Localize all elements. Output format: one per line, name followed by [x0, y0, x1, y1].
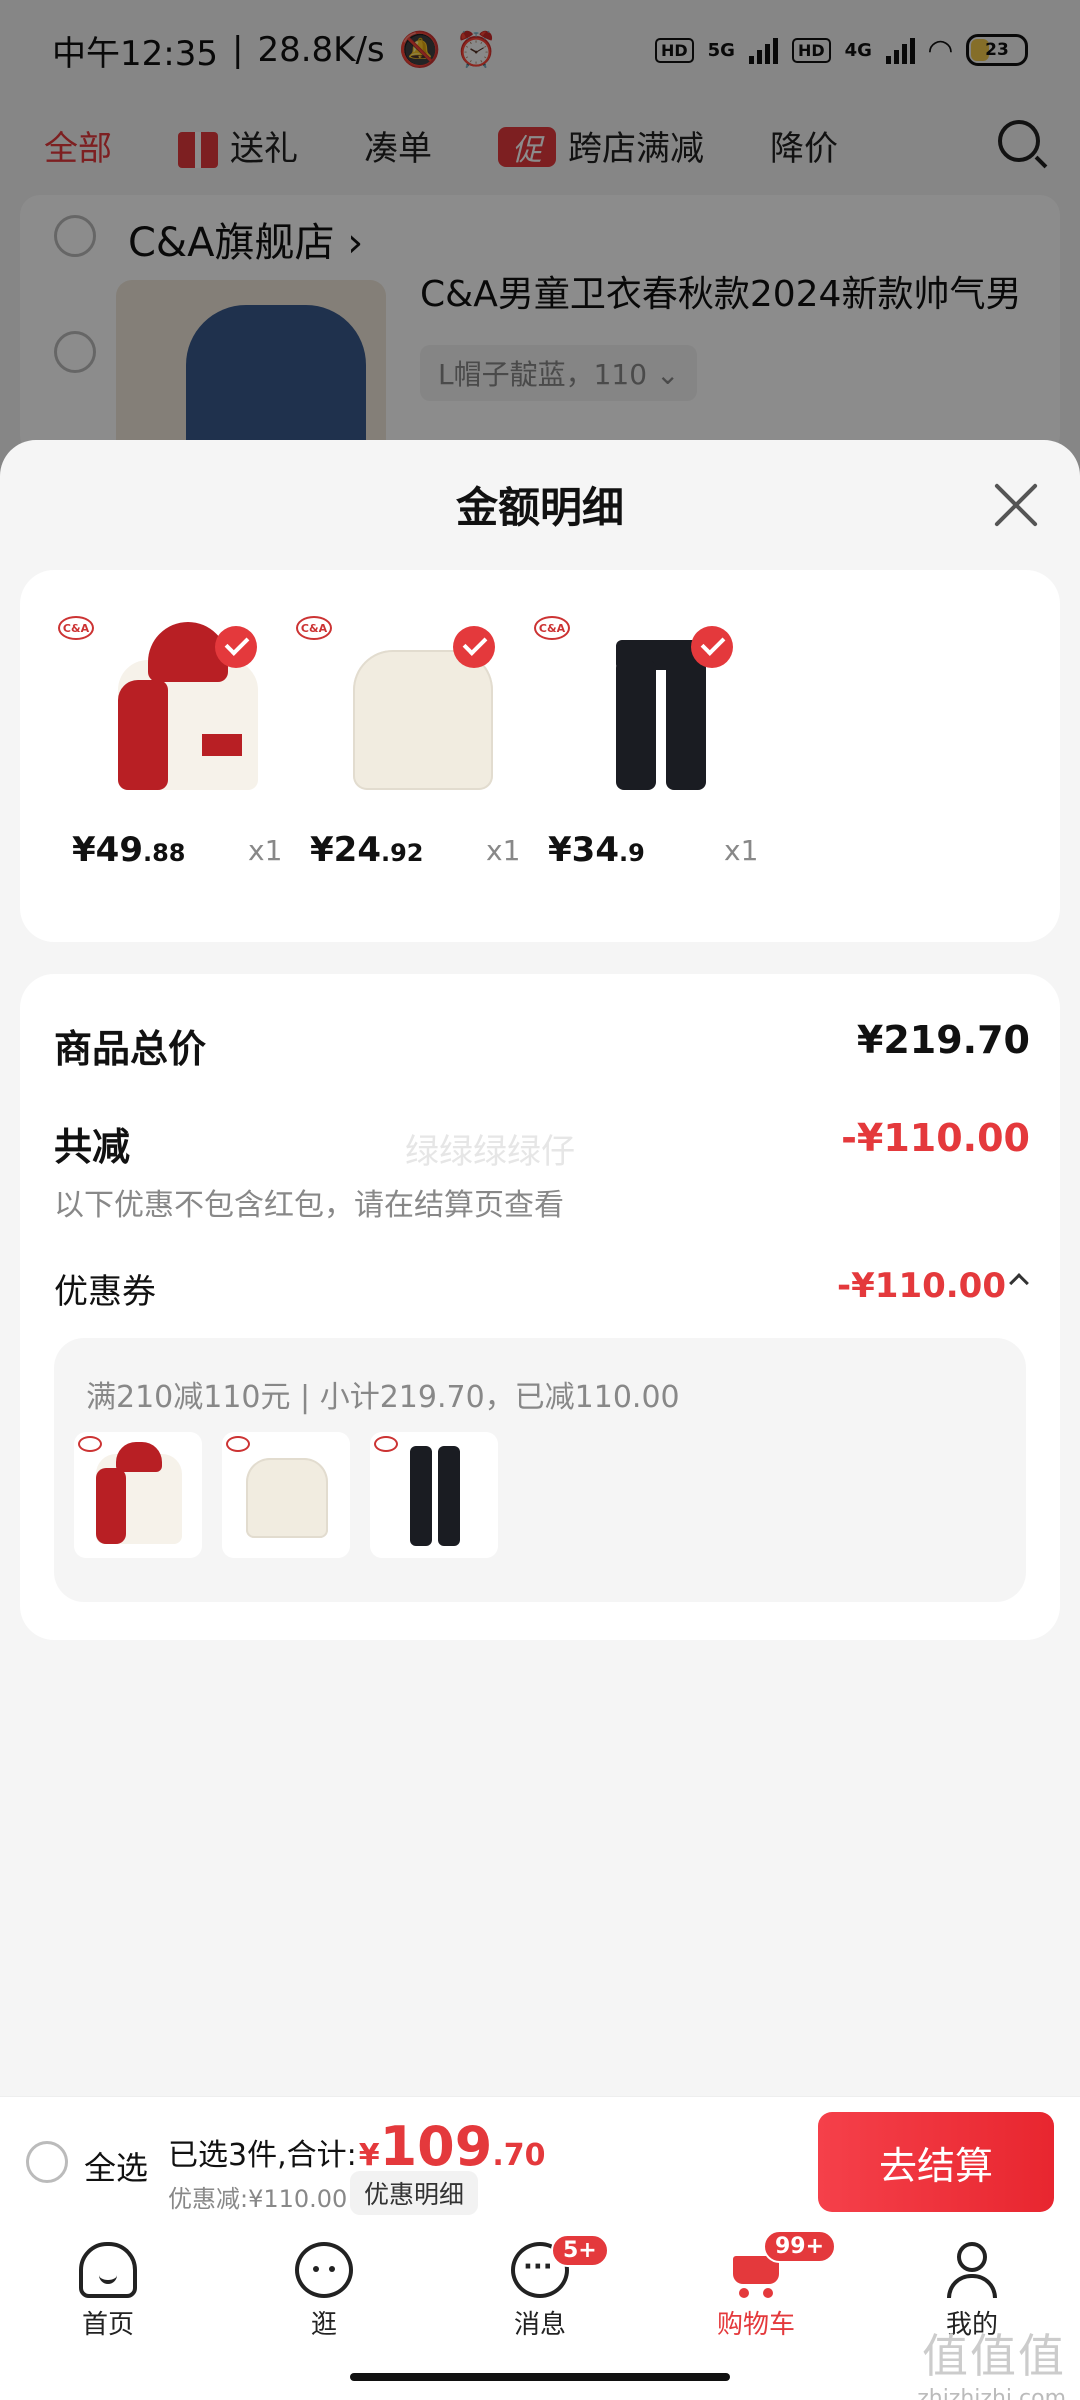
reduction-value: -¥110.00: [841, 1116, 1030, 1160]
checked-icon[interactable]: [215, 626, 257, 668]
checked-icon[interactable]: [691, 626, 733, 668]
discount-summary: 优惠减:¥110.00: [168, 2185, 348, 2213]
brand-logo-icon: [226, 1436, 250, 1452]
coupon-label: 优惠券: [54, 1272, 156, 1312]
discount-detail-button[interactable]: 优惠明细: [350, 2171, 479, 2215]
total-decimal: .70: [492, 2138, 546, 2173]
site-watermark-logo: 值值值: [922, 2329, 1066, 2383]
watermark-text: 绿绿绿绿仔: [405, 1132, 575, 1172]
chevron-up-icon[interactable]: [1009, 1273, 1029, 1293]
home-indicator[interactable]: [350, 2373, 730, 2381]
brand-logo-icon: C&A: [534, 616, 570, 640]
close-icon[interactable]: [992, 480, 1040, 528]
coupon-value[interactable]: -¥110.00: [837, 1266, 1006, 1306]
brand-logo-icon: [78, 1436, 102, 1452]
total-price-value: ¥219.70: [856, 1018, 1030, 1062]
coupon-item-thumbnail-3: [370, 1432, 498, 1558]
checkout-button[interactable]: 去结算: [818, 2112, 1054, 2212]
item-price: ¥49.88: [72, 830, 186, 870]
home-icon: [79, 2242, 137, 2298]
site-watermark: 值值值 zhizhizhi.com: [917, 2320, 1066, 2400]
selected-items-card: C&A ¥49.88 x1 C&A ¥24.92 x1 C&A ¥34.9 x1: [20, 570, 1060, 942]
tab-cart[interactable]: 99+ 购物车: [686, 2230, 837, 2341]
tab-home[interactable]: 首页: [38, 2242, 178, 2341]
coupon-item-thumbnail-2: [222, 1432, 350, 1558]
selected-count-text: 已选3件,合计:: [168, 2138, 357, 2173]
sheet-title: 金额明细: [455, 483, 624, 532]
coupon-detail-box: 满210减110元 | 小计219.70，已减110.00: [54, 1338, 1026, 1602]
selected-item-3[interactable]: C&A ¥34.9 x1: [496, 610, 758, 910]
item-image: [298, 610, 493, 800]
reduction-note: 以下优惠不包含红包，请在结算页查看: [54, 1188, 564, 1223]
user-icon: [943, 2242, 1001, 2298]
select-all-label[interactable]: 全选: [84, 2143, 148, 2189]
selection-summary: 已选3件,合计: ¥ 109 .70: [168, 2115, 546, 2178]
cart-badge: 99+: [763, 2230, 837, 2263]
total-currency: ¥: [358, 2138, 380, 2173]
checked-icon[interactable]: [453, 626, 495, 668]
stroll-icon: [295, 2242, 353, 2298]
brand-logo-icon: C&A: [58, 616, 94, 640]
checkout-bar: 全选 已选3件,合计: ¥ 109 .70 优惠减:¥110.00 优惠明细 去…: [0, 2096, 1080, 2226]
selected-item-2[interactable]: C&A ¥24.92 x1: [258, 610, 520, 910]
tab-stroll[interactable]: 逛: [254, 2242, 394, 2341]
total-integer: 109: [379, 2115, 493, 2178]
item-image: [536, 610, 716, 800]
coupon-item-thumbnail-1: [74, 1432, 202, 1558]
tab-label: 逛: [310, 2310, 337, 2340]
tab-label: 消息: [513, 2310, 566, 2340]
total-price-label: 商品总价: [54, 1027, 207, 1071]
tab-messages[interactable]: 5+ 消息: [470, 2234, 610, 2341]
message-badge: 5+: [551, 2234, 609, 2267]
coupon-description: 满210减110元 | 小计219.70，已减110.00: [86, 1380, 680, 1415]
site-watermark-url: zhizhizhi.com: [917, 2386, 1066, 2400]
brand-logo-icon: C&A: [296, 616, 332, 640]
item-image: [60, 610, 258, 800]
tab-label: 首页: [81, 2310, 134, 2340]
brand-logo-icon: [374, 1436, 398, 1452]
cart-icon: 99+: [727, 2230, 837, 2298]
item-price: ¥34.9: [548, 830, 645, 870]
message-icon: 5+: [511, 2234, 609, 2298]
select-all-radio[interactable]: [26, 2141, 68, 2183]
price-detail-card: 商品总价 ¥219.70 绿绿绿绿仔 共减 -¥110.00 以下优惠不包含红包…: [20, 974, 1060, 1640]
reduction-label: 共减: [54, 1125, 131, 1169]
item-price: ¥24.92: [310, 830, 424, 870]
tab-label: 购物车: [716, 2310, 795, 2340]
selected-item-1[interactable]: C&A ¥49.88 x1: [20, 610, 282, 910]
item-quantity: x1: [724, 834, 759, 867]
